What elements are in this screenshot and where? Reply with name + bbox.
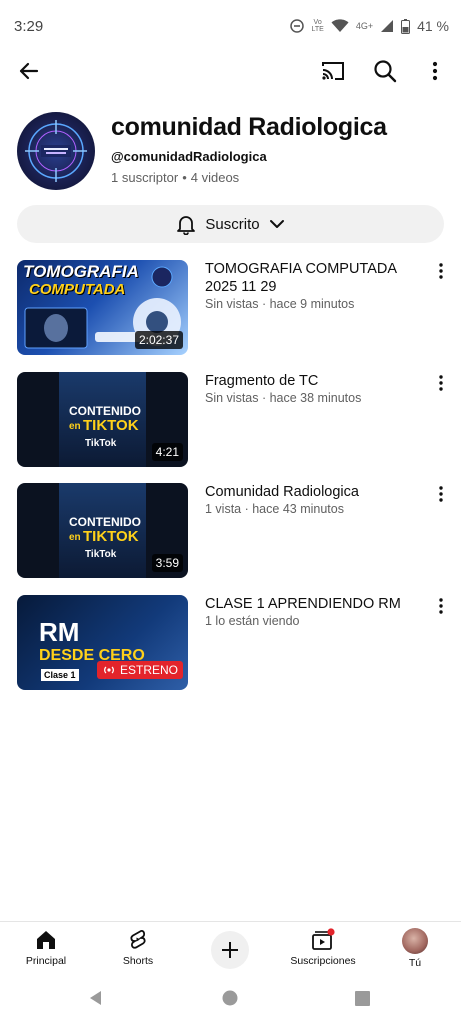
video-title[interactable]: Comunidad Radiologica: [205, 483, 410, 501]
video-thumbnail[interactable]: CONTENIDO en TIKTOK TikTok 4:21: [17, 372, 188, 467]
chevron-down-icon: [269, 220, 284, 228]
video-meta: Sin vistas · hace 38 minutos: [205, 391, 362, 405]
more-vert-icon[interactable]: [436, 597, 446, 615]
channel-logo: [25, 120, 87, 182]
video-title[interactable]: Fragmento de TC: [205, 372, 410, 390]
system-back-icon[interactable]: [88, 990, 104, 1006]
subscribed-button[interactable]: Suscrito: [17, 205, 444, 243]
thumb-text-line2: en: [69, 421, 81, 432]
more-vert-icon[interactable]: [436, 262, 446, 280]
nav-home[interactable]: Principal: [6, 928, 86, 967]
thumb-text-line1: CONTENIDO: [69, 515, 141, 529]
nav-subscriptions[interactable]: Suscripciones: [283, 928, 363, 967]
video-duration: 4:21: [151, 443, 183, 461]
thumb-text-line2: en: [69, 532, 81, 543]
channel-handle: @comunidadRadiologica: [111, 149, 267, 164]
user-avatar: [402, 928, 428, 954]
video-thumbnail[interactable]: TOMOGRAFIA COMPUTADA 2:02:37: [17, 260, 188, 355]
subscribed-label: Suscrito: [205, 215, 260, 233]
cell-signal-icon: [381, 20, 394, 32]
more-vert-icon[interactable]: [436, 485, 446, 503]
live-icon: [104, 666, 114, 674]
video-thumbnail[interactable]: CONTENIDO en TIKTOK TikTok 3:59: [17, 483, 188, 578]
nav-you[interactable]: Tú: [375, 928, 455, 969]
plus-icon: [222, 942, 238, 958]
nav-home-label: Principal: [25, 955, 67, 967]
video-thumbnail[interactable]: RM DESDE CERO Clase 1 ESTRENO: [17, 595, 188, 690]
status-icons: Vo LTE 4G+ 41 %: [290, 18, 449, 34]
back-arrow-icon[interactable]: [16, 58, 42, 84]
video-title[interactable]: TOMOGRAFIA COMPUTADA 2025 11 29: [205, 260, 410, 296]
more-vert-icon[interactable]: [436, 374, 446, 392]
channel-stats: 1 suscriptor • 4 videos: [111, 170, 239, 185]
shorts-icon: [130, 929, 146, 949]
video-count: 4 videos: [190, 170, 240, 185]
video-duration: 3:59: [151, 554, 183, 572]
nav-shorts[interactable]: Shorts: [98, 928, 178, 967]
thumb-brand: TikTok: [85, 438, 117, 449]
video-meta: Sin vistas · hace 9 minutos: [205, 297, 355, 311]
system-navigation-bar: [0, 973, 461, 1024]
thumb-text-line3: TIKTOK: [83, 417, 139, 434]
subscriber-count: 1 suscriptor: [111, 170, 179, 185]
channel-avatar[interactable]: [17, 112, 95, 190]
battery-level: 41 %: [417, 18, 449, 34]
bell-icon: [177, 216, 196, 235]
nav-subscriptions-label: Suscripciones: [290, 955, 356, 967]
nav-shorts-label: Shorts: [122, 955, 154, 967]
thumb-text-line2: COMPUTADA: [29, 281, 126, 298]
video-item[interactable]: CONTENIDO en TIKTOK TikTok 4:21 Fragment…: [17, 372, 445, 467]
thumb-text-line1: RM: [39, 617, 80, 647]
thumb-text-line3: TIKTOK: [83, 528, 139, 545]
video-meta: 1 lo están viendo: [205, 614, 300, 628]
channel-name: comunidad Radiologica: [111, 113, 387, 141]
network-type: 4G+: [355, 20, 374, 31]
thumb-text-line1: CONTENIDO: [69, 404, 141, 418]
top-app-bar: [0, 52, 461, 90]
search-icon[interactable]: [372, 58, 398, 84]
more-vert-icon[interactable]: [424, 58, 446, 84]
system-recents-icon[interactable]: [355, 991, 370, 1006]
nav-you-label: Tú: [408, 957, 422, 969]
thumb-brand: TikTok: [85, 549, 117, 560]
video-item[interactable]: TOMOGRAFIA COMPUTADA 2:02:37 TOMOGRAFIA …: [17, 260, 445, 355]
status-bar: 3:29 Vo LTE 4G+ 41 %: [0, 0, 461, 52]
premiere-badge: ESTRENO: [97, 661, 184, 679]
home-icon: [37, 931, 55, 949]
subscriptions-icon: [312, 928, 335, 950]
stats-separator: •: [182, 170, 187, 185]
video-duration: 2:02:37: [134, 331, 183, 349]
status-time: 3:29: [14, 17, 44, 35]
create-button[interactable]: [211, 931, 249, 969]
premiere-label: ESTRENO: [120, 663, 179, 677]
thumb-tag: Clase 1: [41, 669, 79, 681]
video-item[interactable]: RM DESDE CERO Clase 1 ESTRENO CLASE 1 AP…: [17, 595, 445, 690]
do-not-disturb-icon: [290, 19, 305, 33]
battery-icon: [401, 18, 411, 34]
wifi-icon: [331, 19, 349, 32]
video-item[interactable]: CONTENIDO en TIKTOK TikTok 3:59 Comunida…: [17, 483, 445, 578]
video-title[interactable]: CLASE 1 APRENDIENDO RM: [205, 595, 410, 613]
video-meta: 1 vista · hace 43 minutos: [205, 502, 344, 516]
system-home-icon[interactable]: [222, 990, 238, 1006]
volte-indicator: Vo LTE: [311, 19, 324, 33]
bottom-navigation: Principal Shorts Suscripciones Tú: [0, 921, 461, 973]
cast-icon[interactable]: [320, 58, 346, 84]
thumb-text-line1: TOMOGRAFIA: [23, 262, 139, 281]
